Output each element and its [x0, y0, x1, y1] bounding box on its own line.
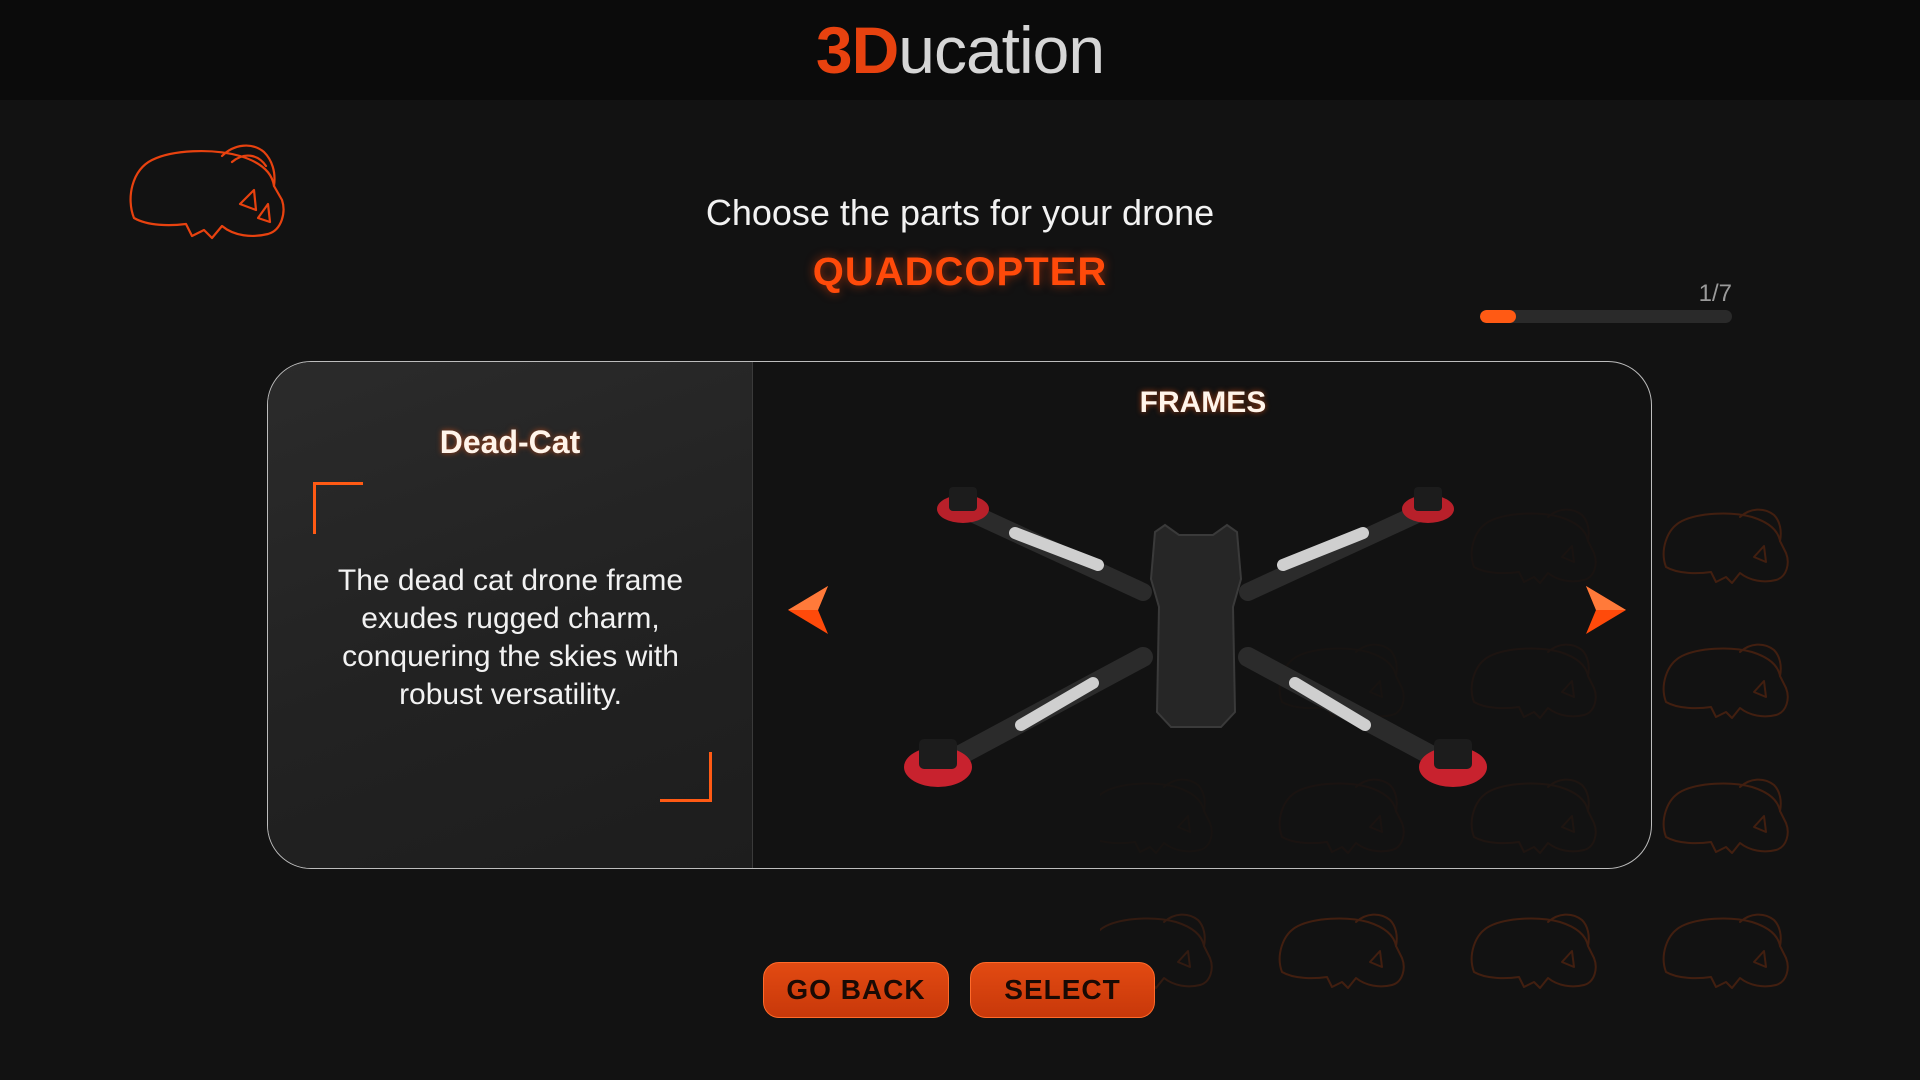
part-name: Dead-Cat [439, 424, 581, 460]
progress-fill [1480, 310, 1516, 323]
part-info-panel: Dead-Cat The dead cat drone frame exudes… [268, 362, 753, 868]
part-category-title: FRAMES [1139, 386, 1267, 419]
part-description: The dead cat drone frame exudes rugged c… [337, 564, 684, 711]
drone-frame-image [903, 487, 1488, 797]
arrow-left-icon[interactable] [788, 584, 834, 636]
app-logo: 3Ducation [815, 12, 1105, 88]
arrow-right-icon[interactable] [1580, 584, 1626, 636]
brand-rest: ucation [898, 13, 1105, 87]
page-subtitle: Choose the parts for your drone [705, 192, 1215, 233]
drone-category: QUADCOPTER [812, 250, 1108, 294]
corner-bracket-bottom-right [660, 752, 712, 802]
corner-bracket-top-left [313, 482, 363, 534]
progress-label: 1/7 [1698, 280, 1732, 307]
go-back-button[interactable]: GO BACK [763, 962, 949, 1018]
top-bar: 3Ducation [0, 0, 1920, 100]
select-button[interactable]: SELECT [970, 962, 1155, 1018]
progress-bar [1480, 310, 1732, 323]
part-selector-card: Dead-Cat The dead cat drone frame exudes… [267, 361, 1652, 869]
brand-accent: 3D [815, 13, 899, 87]
